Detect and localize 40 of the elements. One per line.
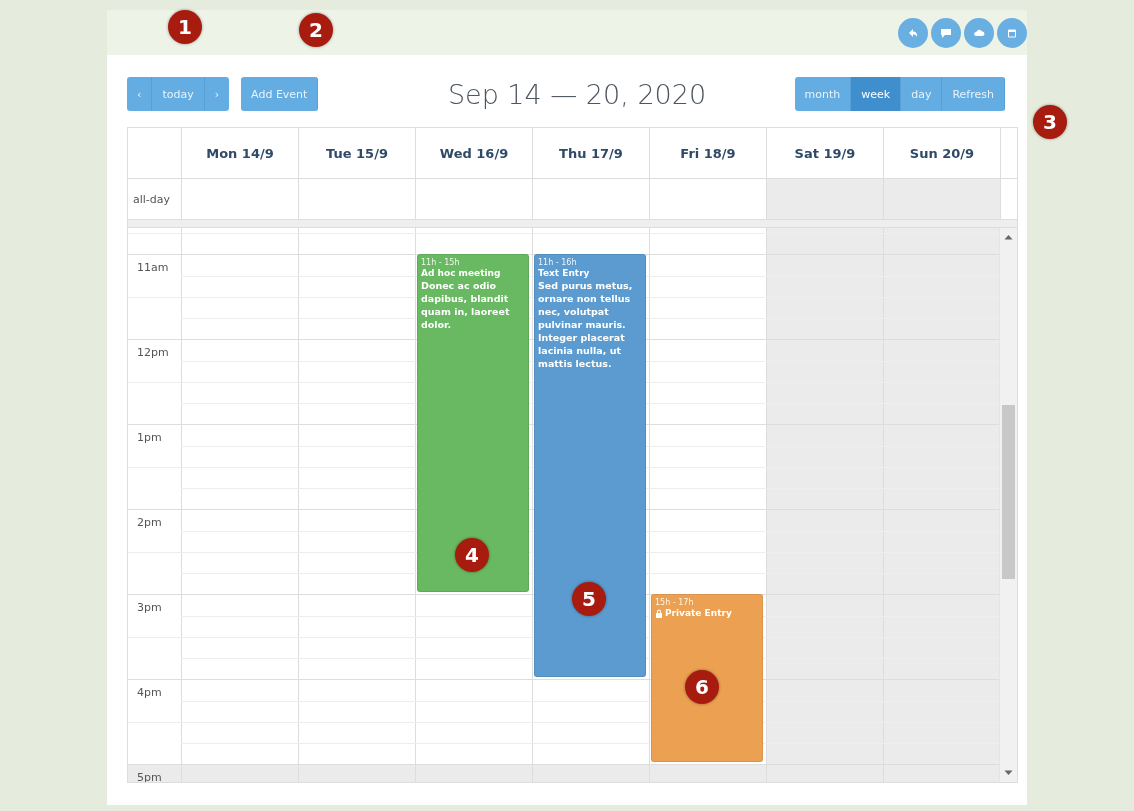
- day-header: Mon 14/9: [181, 128, 298, 178]
- hour-label: 3pm: [137, 601, 162, 614]
- today-button[interactable]: today: [152, 77, 205, 111]
- event-time: 11h - 15h: [421, 258, 461, 268]
- numbered-callout: 3: [1033, 105, 1067, 139]
- view-button[interactable]: week: [851, 77, 902, 111]
- view-button[interactable]: day: [901, 77, 943, 111]
- chat-bubble-icon: [940, 26, 952, 39]
- add-event-button[interactable]: Add Event: [241, 77, 319, 111]
- scrollbar-thumb[interactable]: [1002, 405, 1015, 579]
- hour-label: 4pm: [137, 686, 162, 699]
- next-button[interactable]: ›: [204, 77, 230, 111]
- event-description: Donec ac odio dapibus, blandit quam in, laoreet dolor.: [421, 279, 511, 331]
- event-time: 15h - 17h: [655, 598, 695, 608]
- hour-label: 1pm: [137, 431, 162, 444]
- event-title: Ad hoc meeting: [421, 268, 501, 279]
- date-range-title: Sep 14 — 20, 2020: [446, 78, 708, 110]
- day-header: Thu 17/9: [532, 128, 649, 178]
- day-header: Tue 15/9: [298, 128, 415, 178]
- hour-label: 2pm: [137, 516, 162, 529]
- event-title: Private Entry: [665, 608, 732, 619]
- view-button[interactable]: Refresh: [942, 77, 1005, 111]
- all-day-cell[interactable]: [766, 178, 883, 219]
- scroll-down-icon[interactable]: [1004, 770, 1013, 776]
- scroll-up-icon[interactable]: [1004, 234, 1013, 240]
- event-description: Sed purus metus, ornare non tellus nec, volutpat pulvinar mauris. Integer placerat lacinia nulla, ut mattis lectus.: [538, 279, 634, 370]
- calendar-button[interactable]: [997, 17, 1027, 48]
- day-header: Wed 16/9: [415, 128, 532, 178]
- event-time: 11h - 16h: [538, 258, 578, 268]
- hour-label: 12pm: [137, 346, 169, 359]
- all-day-cell[interactable]: [883, 178, 1000, 219]
- previous-button[interactable]: ‹: [127, 77, 153, 111]
- cloud-button[interactable]: [964, 17, 994, 48]
- scrollbar[interactable]: [999, 228, 1017, 782]
- view-button[interactable]: month: [794, 77, 852, 111]
- reply-arrow-button[interactable]: [898, 17, 928, 48]
- chat-bubble-button[interactable]: [931, 17, 961, 48]
- day-header: Fri 18/9: [649, 128, 766, 178]
- hour-label: 11am: [137, 261, 169, 274]
- event-title: Text Entry: [538, 268, 590, 279]
